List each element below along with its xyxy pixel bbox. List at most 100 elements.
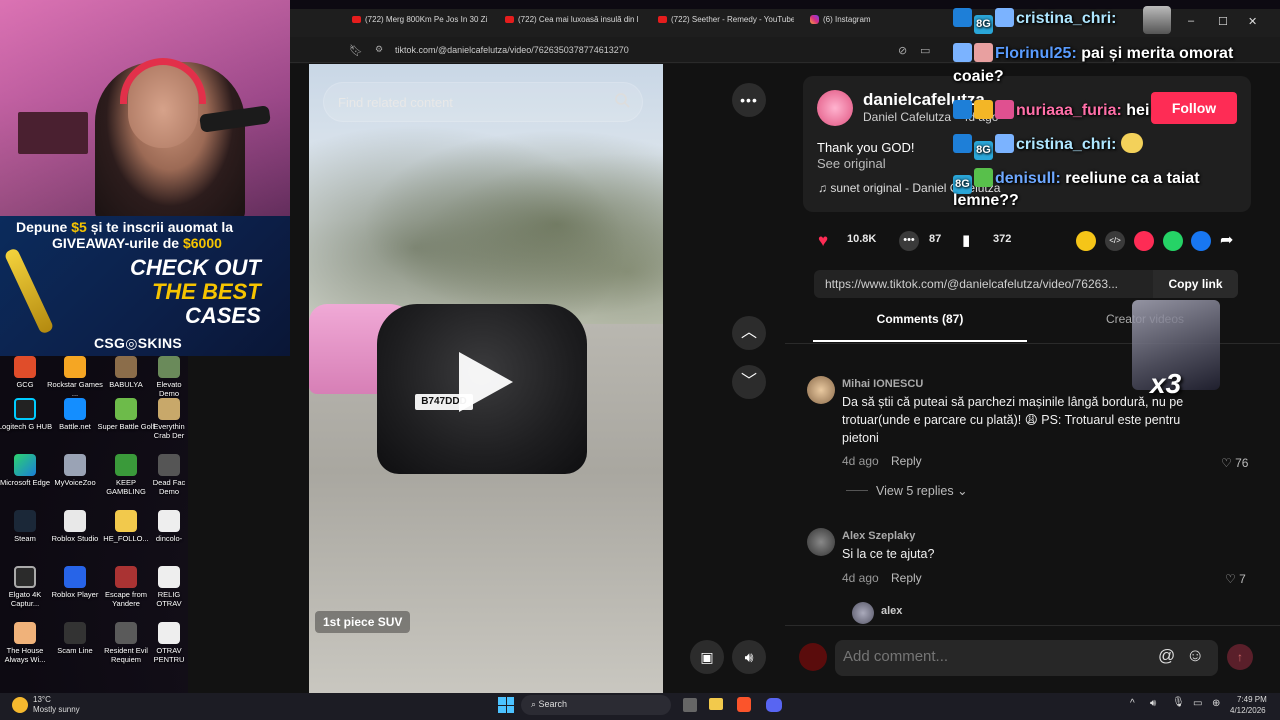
desktop-icon[interactable]: Roblox Player bbox=[46, 566, 104, 599]
search-icon[interactable] bbox=[614, 92, 630, 108]
see-original-link[interactable]: See original bbox=[817, 156, 886, 171]
view-replies-button[interactable]: View 5 replies ⌄ bbox=[876, 483, 968, 498]
browser-tab[interactable]: (722) Cea mai luxoasă insulă din l bbox=[505, 15, 641, 33]
desktop-icon[interactable]: dincolo- bbox=[147, 510, 191, 543]
video-player[interactable]: B747DDD bbox=[309, 64, 663, 694]
view-replies-label: View 5 replies bbox=[876, 484, 954, 498]
weather-icon[interactable] bbox=[12, 697, 28, 713]
weather-desc[interactable]: Mostly sunny bbox=[33, 705, 80, 714]
repost-icon[interactable] bbox=[1076, 231, 1096, 251]
comment-author[interactable]: Mihai IONESCU bbox=[842, 378, 923, 390]
follow-button[interactable]: Follow bbox=[1151, 92, 1237, 124]
whatsapp-icon[interactable] bbox=[1163, 231, 1183, 251]
clock-time[interactable]: 7:49 PM bbox=[1237, 695, 1267, 704]
browser-tab[interactable]: (722) Merg 800Km Pe Jos In 30 Zi bbox=[352, 15, 488, 33]
share-arrow-icon[interactable]: ➦ bbox=[1220, 230, 1233, 250]
desktop-icon[interactable]: Dead Fac Demo bbox=[147, 454, 191, 496]
reply-button[interactable]: Reply bbox=[891, 571, 922, 585]
comment-like[interactable]: ♡ 7 bbox=[1225, 572, 1246, 586]
taskbar-search-label[interactable]: ⌕ Search bbox=[531, 699, 567, 710]
desktop-icon[interactable]: Everythin Crab Der bbox=[147, 398, 191, 440]
send-icon[interactable] bbox=[1134, 231, 1154, 251]
task-view-icon[interactable] bbox=[683, 698, 697, 712]
comment-like[interactable]: ♡ 76 bbox=[1221, 456, 1248, 470]
desktop-icon-label: Microsoft Edge bbox=[0, 478, 51, 487]
display-icon[interactable]: ▭ bbox=[1193, 698, 1202, 709]
weather-temp[interactable]: 13°C bbox=[33, 695, 51, 704]
more-options-button[interactable]: ••• bbox=[732, 83, 766, 117]
mic-icon[interactable]: 🎙︎ bbox=[1172, 697, 1185, 708]
knife-icon bbox=[3, 247, 55, 335]
bookmark-icon[interactable]: 🔖︎ bbox=[349, 44, 363, 57]
desktop-icon[interactable]: Elevato Demo bbox=[147, 356, 191, 398]
app-icon bbox=[115, 454, 137, 476]
creator-avatar[interactable] bbox=[817, 90, 853, 126]
bookmark-icon[interactable]: ▮ bbox=[962, 231, 970, 249]
volume-icon[interactable]: 🔊︎ bbox=[732, 640, 766, 674]
webcam-overlay bbox=[0, 0, 290, 216]
file-explorer-icon[interactable] bbox=[709, 698, 723, 710]
speaker-icon[interactable]: 🔊︎ bbox=[1150, 698, 1156, 709]
comment-icon[interactable]: ••• bbox=[899, 231, 919, 251]
comment-count: 87 bbox=[929, 233, 942, 245]
desktop-icon-label: Rockstar Games ... bbox=[47, 380, 103, 398]
maximize-button[interactable]: ☐ bbox=[1218, 15, 1228, 28]
embed-icon[interactable]: </> bbox=[1105, 231, 1125, 251]
emoji-icon[interactable]: ☺ bbox=[1186, 645, 1204, 666]
start-icon[interactable] bbox=[498, 697, 514, 713]
video-link[interactable]: https://www.tiktok.com/@danielcafelutza/… bbox=[825, 277, 1118, 291]
desktop-icon[interactable]: MyVoiceZoo bbox=[46, 454, 104, 487]
app-icon bbox=[14, 356, 36, 378]
chat-message: nuriaaa_furia: hei bbox=[953, 100, 1149, 120]
facebook-icon[interactable] bbox=[1191, 231, 1211, 251]
copy-link-button[interactable]: Copy link bbox=[1153, 270, 1238, 298]
discord-icon[interactable] bbox=[766, 698, 782, 712]
previous-video-button[interactable]: ︿ bbox=[732, 316, 766, 350]
reply-author[interactable]: alex bbox=[881, 605, 902, 617]
minimize-button[interactable]: – bbox=[1188, 15, 1194, 27]
search-placeholder[interactable]: Find related content bbox=[338, 95, 453, 110]
heart-icon[interactable]: ♥ bbox=[818, 231, 828, 251]
url-field[interactable]: tiktok.com/@danielcafelutza/video/762635… bbox=[395, 45, 629, 55]
chat-username: cristina_chri: bbox=[1016, 136, 1117, 153]
close-button[interactable]: ✕ bbox=[1248, 15, 1257, 28]
browser-tab[interactable]: (722) Seether - Remedy - YouTube bbox=[658, 15, 794, 33]
cast-icon[interactable]: ▭ bbox=[920, 44, 930, 57]
ad-amount: $5 bbox=[71, 219, 87, 235]
desktop-icon[interactable]: RELIG OTRAV bbox=[147, 566, 191, 608]
desktop-icon-label: BABULYA bbox=[109, 380, 143, 389]
network-icon[interactable]: ⊕ bbox=[1212, 698, 1220, 709]
comment-author[interactable]: Alex Szeplaky bbox=[842, 530, 915, 542]
heart-outline-icon: ♡ bbox=[1221, 456, 1236, 470]
comment-avatar[interactable] bbox=[807, 528, 835, 556]
reply-button[interactable]: Reply bbox=[891, 454, 922, 468]
next-video-button[interactable]: ﹀ bbox=[732, 365, 766, 399]
badge-pixel-icon bbox=[953, 43, 972, 62]
desktop-icon[interactable]: Roblox Studio bbox=[46, 510, 104, 543]
reply-avatar[interactable] bbox=[852, 602, 874, 624]
my-avatar bbox=[799, 643, 827, 671]
desktop-icon[interactable]: OTRAV PENTRU bbox=[147, 622, 191, 664]
chat-username: Florinul25: bbox=[995, 45, 1077, 62]
tab-comments[interactable]: Comments (87) bbox=[813, 312, 1027, 342]
youtube-icon bbox=[352, 16, 361, 23]
play-icon[interactable] bbox=[459, 352, 513, 412]
brave-icon[interactable] bbox=[737, 697, 751, 712]
mention-icon[interactable]: @ bbox=[1158, 646, 1175, 666]
app-icon bbox=[158, 356, 180, 378]
no-tracking-icon[interactable]: ⊘ bbox=[898, 44, 907, 57]
desktop-icon-label: Everythin Crab Der bbox=[153, 422, 185, 440]
like-count: 10.8K bbox=[847, 233, 877, 245]
comment-avatar[interactable] bbox=[807, 376, 835, 404]
desktop-icon[interactable]: Scam Line bbox=[46, 622, 104, 655]
post-comment-button[interactable]: ↑ bbox=[1227, 644, 1253, 670]
search-icon: ⌕ bbox=[531, 699, 539, 709]
pip-icon[interactable]: ▣ bbox=[690, 640, 724, 674]
site-info-icon[interactable]: ⚙ bbox=[375, 44, 383, 55]
chevron-up-icon[interactable]: ^ bbox=[1130, 698, 1135, 709]
desktop-icon[interactable]: Battle.net bbox=[46, 398, 104, 431]
desktop-icon[interactable]: Rockstar Games ... bbox=[46, 356, 104, 398]
browser-tab[interactable]: (6) Instagram bbox=[810, 15, 946, 33]
clock-date[interactable]: 4/12/2026 bbox=[1230, 706, 1266, 715]
comment-input[interactable] bbox=[843, 648, 1143, 665]
